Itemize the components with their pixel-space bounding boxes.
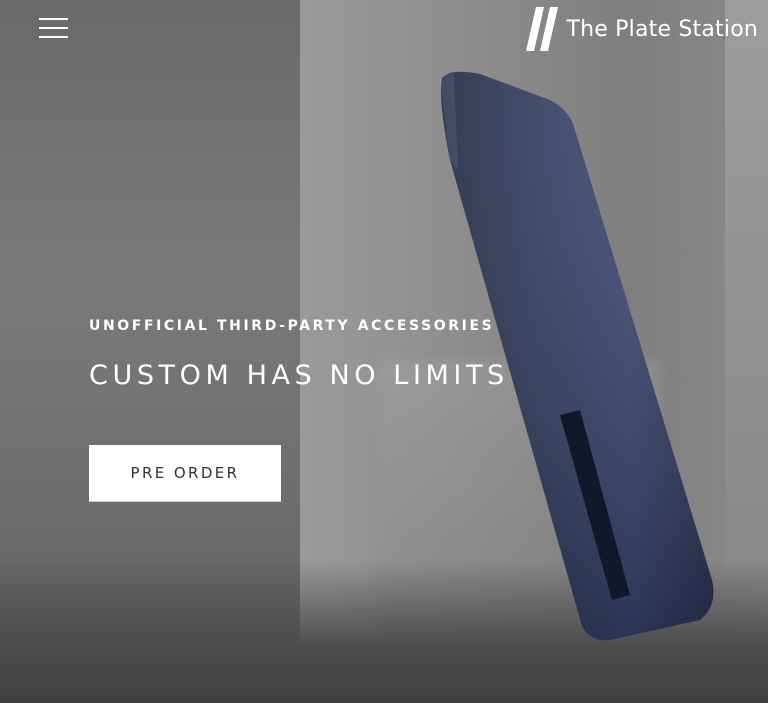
brand-logo-link[interactable]: The Plate Station xyxy=(526,6,758,52)
top-bar: The Plate Station xyxy=(0,0,768,56)
hamburger-menu-icon-line xyxy=(39,36,68,38)
brand-name: The Plate Station xyxy=(566,16,758,42)
hamburger-menu-icon-line xyxy=(39,27,68,29)
menu-button[interactable] xyxy=(34,14,74,42)
hamburger-menu-icon xyxy=(39,18,68,20)
hero-eyebrow: UNOFFICIAL THIRD-PARTY ACCESSORIES xyxy=(89,318,495,334)
hero-headline: CUSTOM HAS NO LIMITS xyxy=(89,360,509,391)
hero-text: UNOFFICIAL THIRD-PARTY ACCESSORIES CUSTO… xyxy=(89,318,569,391)
double-slash-logo-icon xyxy=(526,7,559,51)
pre-order-button[interactable]: PRE ORDER xyxy=(89,445,281,501)
hero-section: The Plate Station UNOFFICIAL THIRD-PARTY… xyxy=(0,0,768,703)
